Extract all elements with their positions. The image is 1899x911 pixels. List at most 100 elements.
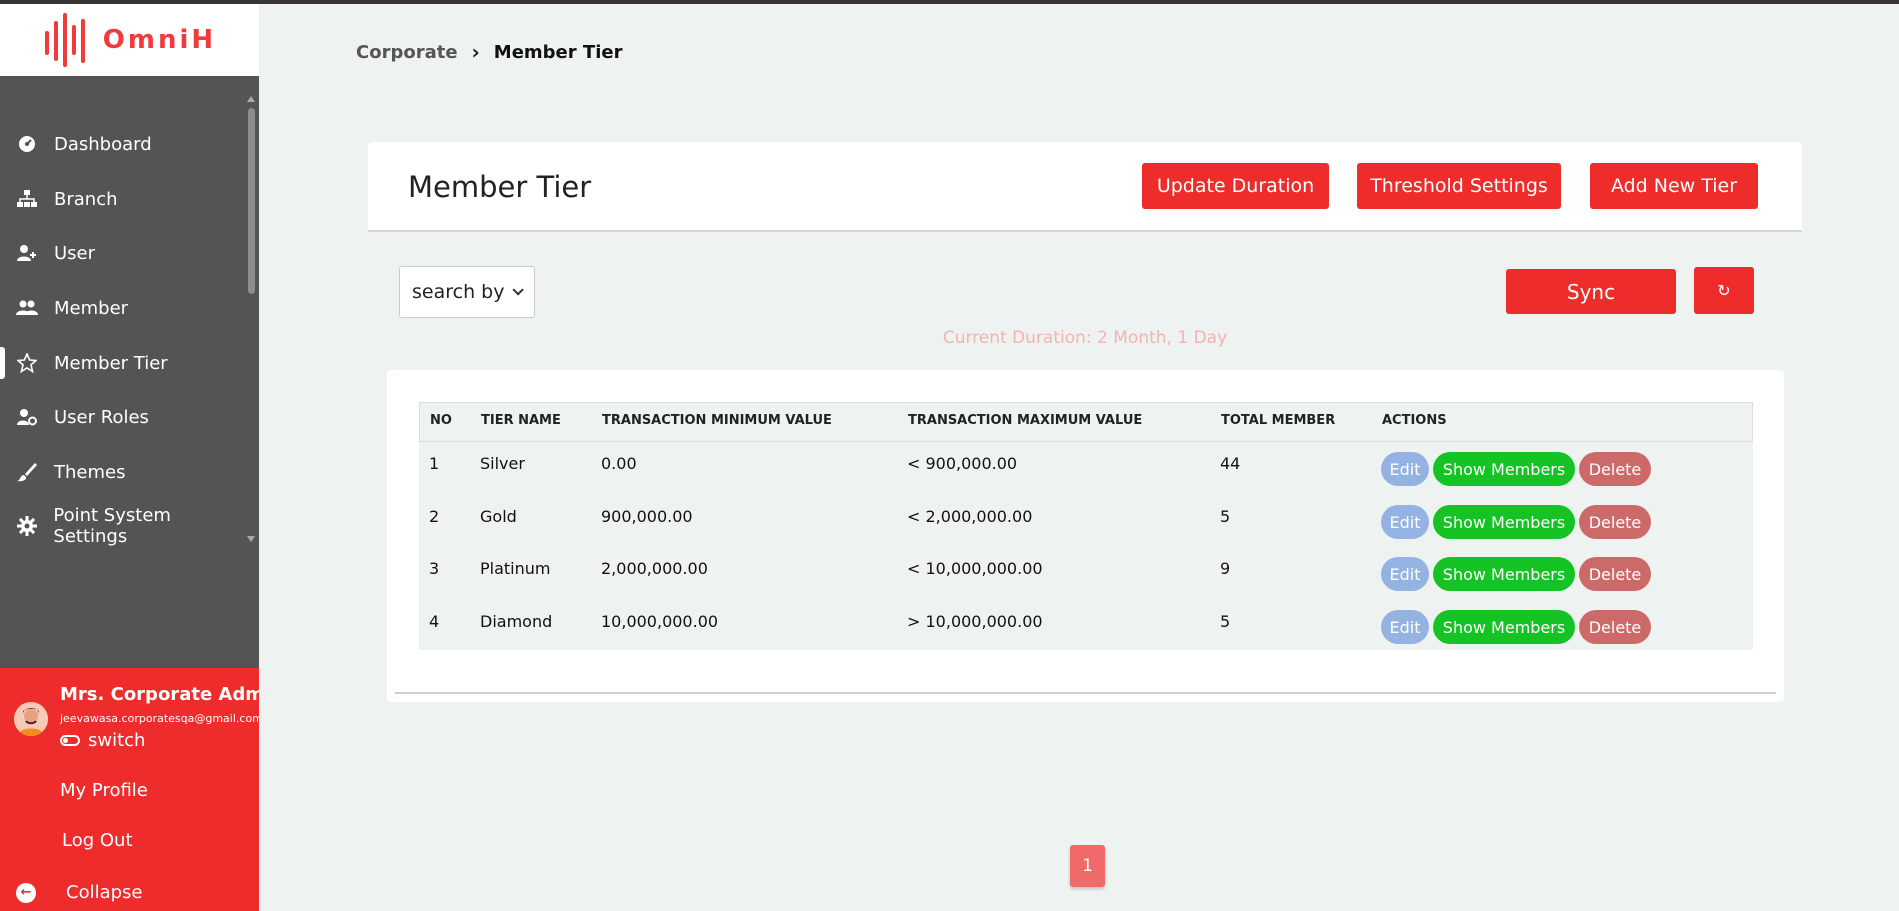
delete-button[interactable]: Delete xyxy=(1579,610,1651,644)
sidebar-item-label: Member Tier xyxy=(54,352,168,374)
sidebar-item-label: Branch xyxy=(54,188,118,210)
avatar[interactable] xyxy=(14,702,48,736)
sidebar-scrollbar[interactable] xyxy=(246,96,256,544)
scroll-up-icon[interactable] xyxy=(247,96,255,102)
delete-button[interactable]: Delete xyxy=(1579,557,1651,591)
top-border xyxy=(0,0,1899,4)
cell-no: 2 xyxy=(429,507,440,526)
search-by-select[interactable]: search by xyxy=(399,266,535,318)
sidebar-item-branch[interactable]: Branch xyxy=(0,179,245,219)
users-icon xyxy=(16,297,38,319)
current-duration: Current Duration: 2 Month, 1 Day xyxy=(942,328,1228,348)
sidebar-item-member[interactable]: Member xyxy=(0,288,245,328)
sidebar-item-label: User Roles xyxy=(54,406,149,428)
collapse-button[interactable]: ← Collapse xyxy=(16,882,143,903)
tier-table: NO TIER NAME TRANSACTION MINIMUM VALUE T… xyxy=(419,402,1753,650)
cell-no: 1 xyxy=(429,454,440,473)
sidebar-item-label: Member xyxy=(54,297,129,319)
sidebar-item-label: Themes xyxy=(54,461,126,483)
cell-total-member: 5 xyxy=(1220,507,1231,526)
cell-total-member: 5 xyxy=(1220,612,1231,631)
switch-label: switch xyxy=(88,730,146,751)
scroll-thumb[interactable] xyxy=(248,108,255,294)
sidebar-item-user-roles[interactable]: User Roles xyxy=(0,397,245,437)
logo-icon xyxy=(44,13,85,67)
edit-button[interactable]: Edit xyxy=(1381,452,1429,486)
sidebar-item-member-tier[interactable]: Member Tier xyxy=(0,343,245,383)
page-title: Member Tier xyxy=(408,170,592,204)
cell-tier-name: Diamond xyxy=(480,612,553,631)
sidebar-nav: Dashboard Branch User Member Member Tier xyxy=(0,94,259,554)
table-card: NO TIER NAME TRANSACTION MINIMUM VALUE T… xyxy=(387,370,1784,702)
sidebar-item-themes[interactable]: Themes xyxy=(0,452,245,492)
cell-no: 3 xyxy=(429,559,440,578)
edit-button[interactable]: Edit xyxy=(1381,505,1429,539)
user-gear-icon xyxy=(16,406,38,428)
show-members-button[interactable]: Show Members xyxy=(1433,610,1575,644)
star-icon xyxy=(16,352,38,374)
cell-min-value: 900,000.00 xyxy=(601,507,693,526)
user-name: Mrs. Corporate Admin xyxy=(60,684,259,705)
show-members-button[interactable]: Show Members xyxy=(1433,505,1575,539)
chevron-down-icon xyxy=(512,284,525,296)
log-out-link[interactable]: Log Out xyxy=(62,830,133,851)
cell-min-value: 2,000,000.00 xyxy=(601,559,708,578)
cell-tier-name: Gold xyxy=(480,507,517,526)
header-no: NO xyxy=(430,413,452,428)
show-members-button[interactable]: Show Members xyxy=(1433,452,1575,486)
sidebar-item-point-system-settings[interactable]: Point System Settings xyxy=(0,505,245,547)
scroll-down-icon[interactable] xyxy=(247,536,255,542)
user-email: jeevawasa.corporatesqa@gmail.com xyxy=(60,712,259,725)
sidebar-item-label: Dashboard xyxy=(54,133,152,155)
sidebar-item-user[interactable]: User xyxy=(0,233,245,273)
user-panel: Mrs. Corporate Admin jeevawasa.corporate… xyxy=(0,668,259,911)
table-row: 4 Diamond 10,000,000.00 > 10,000,000.00 … xyxy=(419,600,1753,652)
gear-icon xyxy=(16,515,37,537)
search-by-value: search by xyxy=(412,281,505,303)
collapse-label: Collapse xyxy=(66,882,143,903)
cell-total-member: 9 xyxy=(1220,559,1231,578)
breadcrumb-current: Member Tier xyxy=(493,41,623,63)
breadcrumb-corporate[interactable]: Corporate xyxy=(356,42,458,63)
chevron-right-icon: › xyxy=(471,40,480,64)
cell-max-value: < 900,000.00 xyxy=(907,454,1018,473)
cell-tier-name: Silver xyxy=(480,454,525,473)
sidebar-item-label: User xyxy=(54,242,96,264)
table-header: NO TIER NAME TRANSACTION MINIMUM VALUE T… xyxy=(419,402,1753,442)
table-divider xyxy=(395,692,1776,694)
header-actions: ACTIONS xyxy=(1382,413,1447,428)
table-row: 2 Gold 900,000.00 < 2,000,000.00 5 Edit … xyxy=(419,495,1753,547)
cell-tier-name: Platinum xyxy=(480,559,551,578)
edit-button[interactable]: Edit xyxy=(1381,610,1429,644)
dashboard-icon xyxy=(16,133,38,155)
add-new-tier-button[interactable]: Add New Tier xyxy=(1590,163,1758,209)
cell-max-value: < 10,000,000.00 xyxy=(907,559,1043,578)
header-max-value: TRANSACTION MAXIMUM VALUE xyxy=(908,413,1143,428)
user-plus-icon xyxy=(16,242,38,264)
arrow-left-icon: ← xyxy=(16,882,36,903)
table-row: 3 Platinum 2,000,000.00 < 10,000,000.00 … xyxy=(419,547,1753,599)
delete-button[interactable]: Delete xyxy=(1579,452,1651,486)
refresh-button[interactable]: ↻ xyxy=(1694,267,1754,314)
brush-icon xyxy=(16,461,38,483)
threshold-settings-button[interactable]: Threshold Settings xyxy=(1357,163,1561,209)
toggle-icon xyxy=(60,735,80,746)
cell-min-value: 0.00 xyxy=(601,454,637,473)
sync-button[interactable]: Sync xyxy=(1506,269,1676,314)
sitemap-icon xyxy=(16,188,38,210)
header-min-value: TRANSACTION MINIMUM VALUE xyxy=(602,413,832,428)
pagination-page-1[interactable]: 1 xyxy=(1070,845,1105,887)
switch-toggle[interactable]: switch xyxy=(60,730,145,751)
cell-no: 4 xyxy=(429,612,440,631)
header-card: Member Tier Update Duration Threshold Se… xyxy=(368,142,1802,232)
sidebar-item-dashboard[interactable]: Dashboard xyxy=(0,124,245,164)
my-profile-link[interactable]: My Profile xyxy=(60,780,148,801)
edit-button[interactable]: Edit xyxy=(1381,557,1429,591)
cell-max-value: < 2,000,000.00 xyxy=(907,507,1033,526)
update-duration-button[interactable]: Update Duration xyxy=(1142,163,1329,209)
logo[interactable]: OmniH xyxy=(0,4,259,76)
breadcrumb: Corporate › Member Tier xyxy=(356,40,622,64)
logo-text: OmniH xyxy=(102,25,217,55)
show-members-button[interactable]: Show Members xyxy=(1433,557,1575,591)
delete-button[interactable]: Delete xyxy=(1579,505,1651,539)
